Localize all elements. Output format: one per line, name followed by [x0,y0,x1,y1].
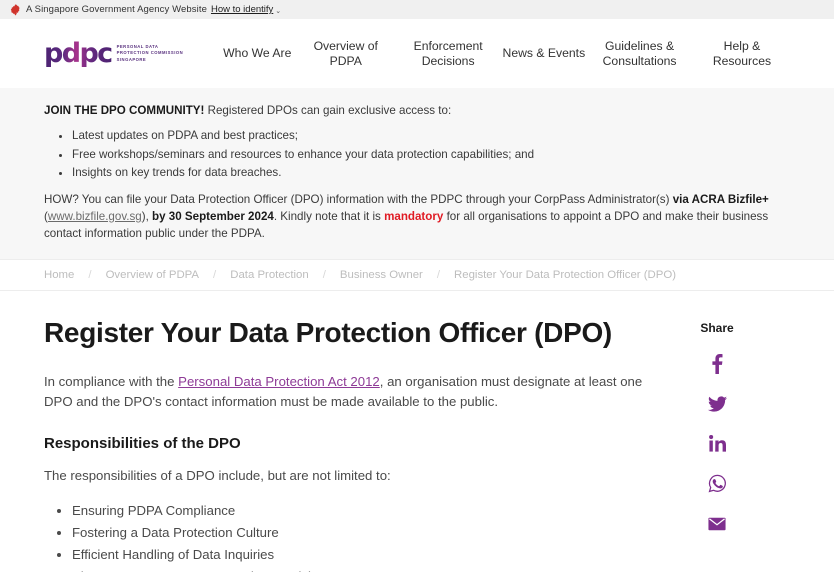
responsibilities-list: Ensuring PDPA Compliance Fostering a Dat… [44,500,644,572]
banner-how-to-file: HOW? You can file your Data Protection O… [44,191,790,243]
list-item: Ensuring PDPA Compliance [72,500,644,522]
twitter-icon[interactable] [706,393,728,415]
email-icon[interactable] [706,513,728,535]
singapore-lion-head-icon [10,4,21,16]
dpo-community-banner: JOIN THE DPO COMMUNITY! Registered DPOs … [0,88,834,259]
list-item: Efficient Handling of Data Inquiries [72,544,644,566]
list-item: Insights on key trends for data breaches… [72,164,790,181]
breadcrumb-item-overview-of-pdpa[interactable]: Overview of PDPA [106,269,199,281]
bizfile-link[interactable]: www.bizfile.gov.sg [48,210,142,223]
breadcrumb: Home / Overview of PDPA / Data Protectio… [44,269,790,281]
government-masthead: A Singapore Government Agency Website Ho… [0,0,834,19]
breadcrumb-separator: / [88,268,92,281]
breadcrumb-item-business-owner[interactable]: Business Owner [340,269,423,281]
nav-item-overview-of-pdpa[interactable]: Overview of PDPA [298,39,394,69]
article-body: Register Your Data Protection Officer (D… [44,291,644,572]
banner-lead-rest: Registered DPOs can gain exclusive acces… [204,104,452,117]
breadcrumb-current-page: Register Your Data Protection Officer (D… [454,268,677,281]
pdpc-logo-mark: pdpc [44,38,113,69]
intro-part-1: In compliance with the [44,373,179,389]
share-title: Share [700,320,734,335]
government-masthead-text: A Singapore Government Agency Website [26,4,207,15]
banner-lead: JOIN THE DPO COMMUNITY! Registered DPOs … [44,102,790,119]
logo-line-2: Protection Commission [116,50,184,56]
main-navigation: Who We Are Overview of PDPA Enforcement … [197,39,790,69]
chevron-down-icon[interactable]: ⌄ [275,7,281,15]
breadcrumb-item-data-protection[interactable]: Data Protection [230,269,309,281]
howto-mandatory-text: mandatory [384,209,444,223]
logo-line-3: Singapore [116,56,147,62]
howto-bold-deadline: by 30 September 2024 [152,209,274,223]
breadcrumb-separator: / [436,268,441,281]
breadcrumb-separator: / [322,268,326,281]
breadcrumb-item-home[interactable]: Home [44,269,74,281]
nav-item-guidelines-and-consultations[interactable]: Guidelines & Consultations [592,39,688,69]
howto-bold-acra: via ACRA Bizfile+ [672,192,769,206]
content-row: Register Your Data Protection Officer (D… [0,291,834,572]
banner-benefit-list: Latest updates on PDPA and best practice… [44,127,790,181]
site-header: pdpc Personal Data Protection Commission… [0,19,834,88]
breadcrumb-strip: Home / Overview of PDPA / Data Protectio… [0,258,834,291]
breadcrumb-separator: / [213,268,217,281]
responsibilities-intro: The responsibilities of a DPO include, b… [44,467,391,483]
pdpc-logo[interactable]: pdpc Personal Data Protection Commission… [44,40,183,67]
howto-part-3: ), [141,209,153,223]
howto-part-1: HOW? You can file your Data Protection O… [44,192,673,206]
nav-item-who-we-are[interactable]: Who We Are [223,46,291,61]
page-title: Register Your Data Protection Officer (D… [44,316,612,348]
list-item: Alert Management on Personal Data Risks [72,566,644,572]
facebook-icon[interactable] [706,353,728,375]
pdpa-2012-link[interactable]: Personal Data Protection Act 2012 [178,374,380,389]
linkedin-icon[interactable] [706,433,728,455]
nav-item-enforcement-decisions[interactable]: Enforcement Decisions [400,39,496,69]
whatsapp-icon[interactable] [706,473,728,495]
banner-lead-bold: JOIN THE DPO COMMUNITY! [44,104,205,117]
howto-part-4: . Kindly note that it is [273,209,385,223]
nav-item-help-and-resources[interactable]: Help & Resources [694,39,790,69]
share-rail: Share [644,291,790,572]
nav-item-news-and-events[interactable]: News & Events [503,46,586,61]
list-item: Free workshops/seminars and resources to… [72,146,790,163]
pdpc-logo-wordmark: Personal Data Protection Commission Sing… [117,44,184,64]
how-to-identify-link[interactable]: How to identify [211,4,273,15]
section-heading-responsibilities: Responsibilities of the DPO [44,434,241,452]
list-item: Fostering a Data Protection Culture [72,522,644,544]
intro-paragraph: In compliance with the Personal Data Pro… [44,372,644,413]
list-item: Latest updates on PDPA and best practice… [72,127,790,144]
